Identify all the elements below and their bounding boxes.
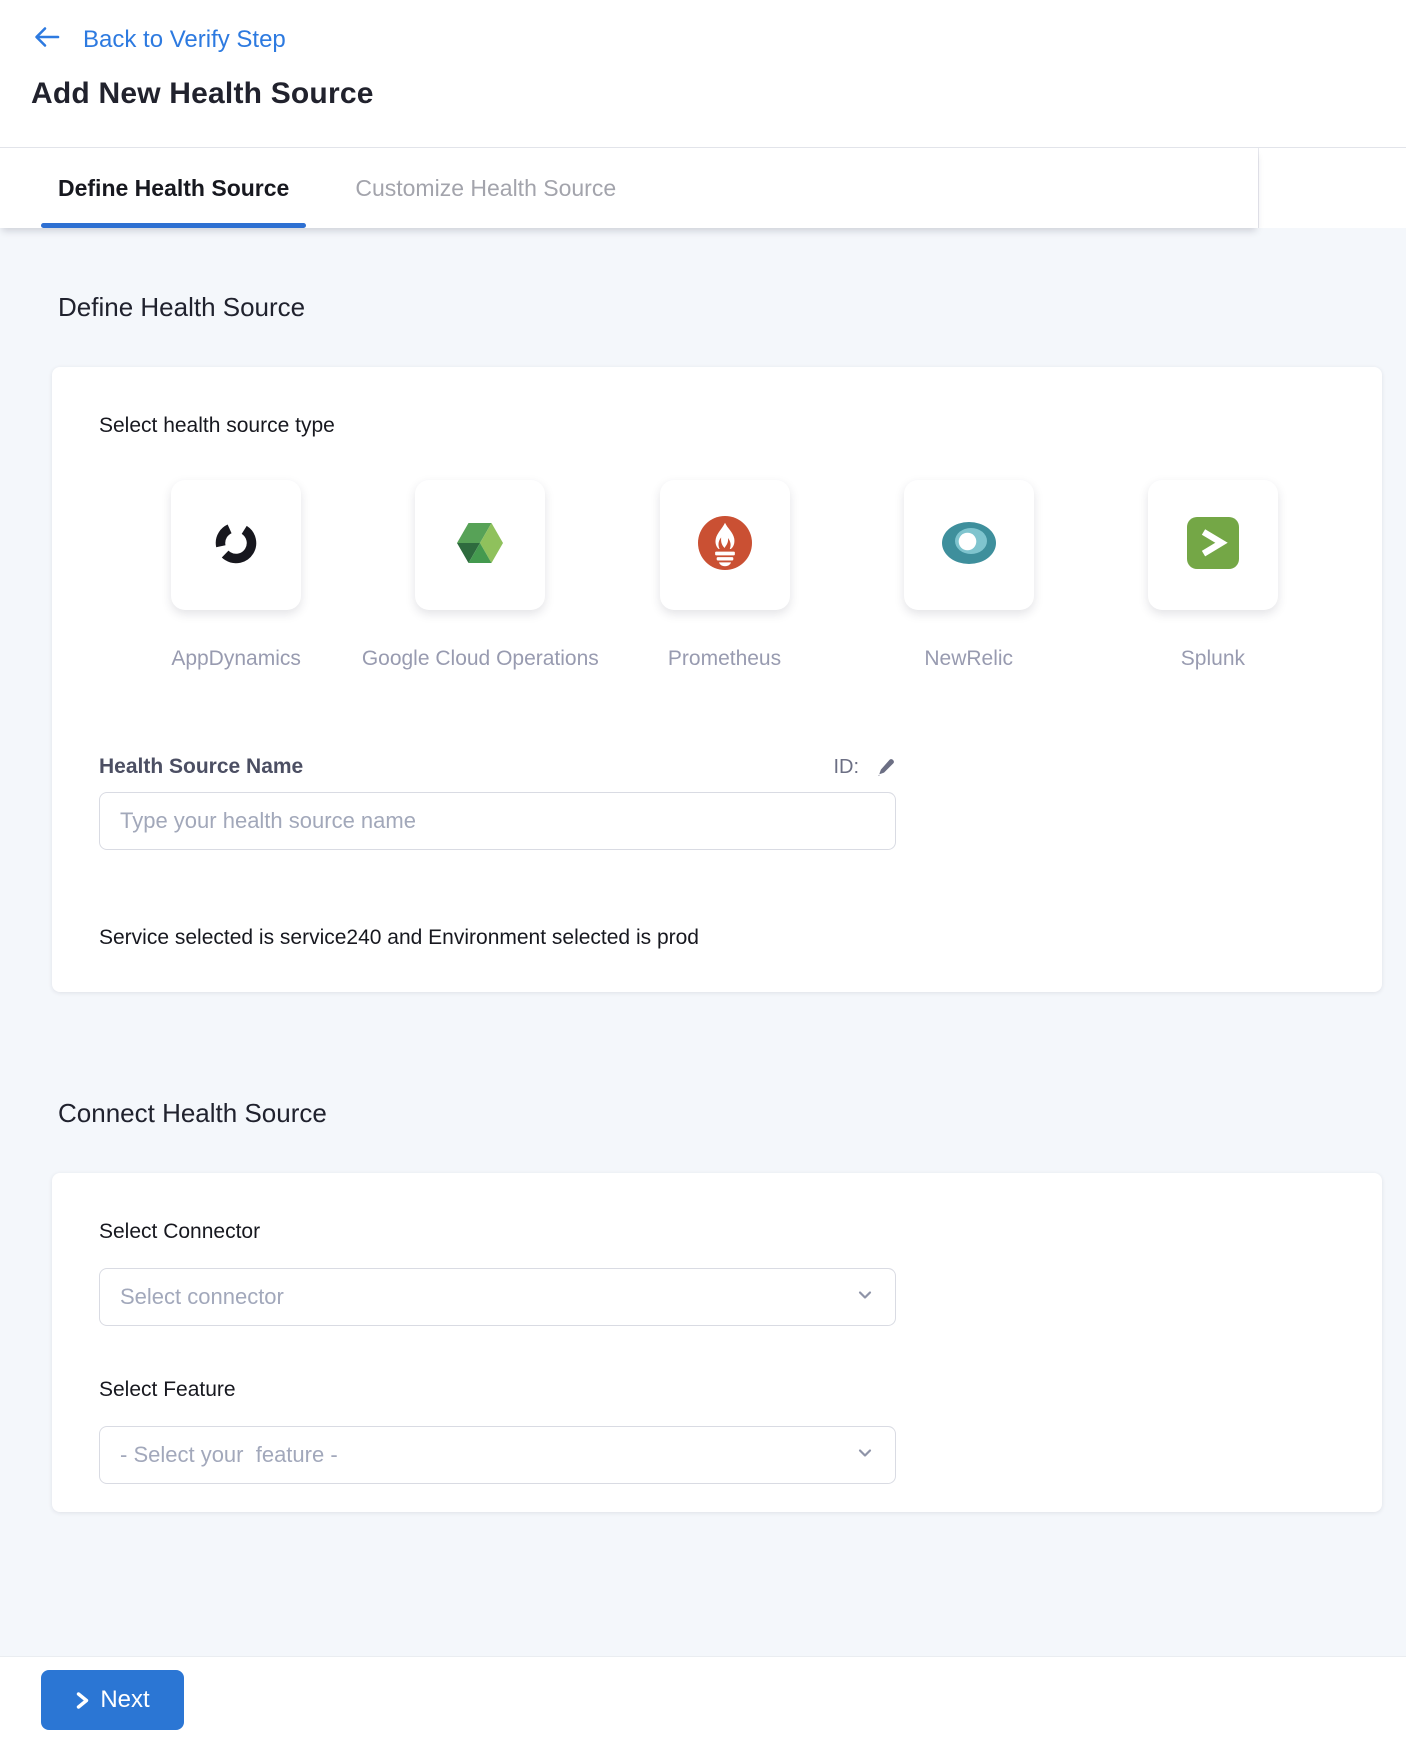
define-health-source-card: Select health source type AppDynamics	[52, 367, 1382, 992]
health-source-name-label: Health Source Name	[99, 755, 303, 779]
tab-customize-label: Customize Health Source	[355, 175, 616, 202]
id-label: ID:	[833, 756, 859, 779]
source-type-label: NewRelic	[924, 647, 1013, 671]
tab-bar-row: Define Health Source Customize Health So…	[0, 147, 1406, 228]
tab-customize-health-source[interactable]: Customize Health Source	[338, 148, 633, 228]
source-type-cell-prometheus: Prometheus	[602, 480, 846, 671]
connector-select-value: Select connector	[120, 1284, 284, 1310]
connect-section-heading: Connect Health Source	[58, 1098, 1406, 1129]
source-type-splunk[interactable]	[1148, 480, 1278, 610]
edit-id-icon[interactable]	[875, 757, 896, 778]
chevron-right-icon	[75, 1691, 90, 1710]
back-link-label: Back to Verify Step	[83, 26, 286, 54]
main-content: Define Health Source Select health sourc…	[0, 228, 1406, 1656]
source-type-cell-splunk: Splunk	[1091, 480, 1335, 671]
next-button[interactable]: Next	[41, 1670, 184, 1730]
source-type-label: Prometheus	[668, 647, 781, 671]
newrelic-icon	[941, 521, 997, 570]
service-environment-text: Service selected is service240 and Envir…	[99, 926, 1335, 950]
page-title: Add New Health Source	[31, 77, 1406, 111]
source-type-label: Google Cloud Operations	[362, 647, 599, 671]
connector-select[interactable]: Select connector	[99, 1268, 896, 1326]
back-arrow-icon	[33, 24, 61, 55]
health-source-name-input[interactable]	[99, 792, 896, 850]
splunk-icon	[1187, 517, 1239, 574]
select-feature-label: Select Feature	[99, 1378, 1335, 1402]
tab-define-label: Define Health Source	[58, 175, 289, 202]
source-type-appdynamics[interactable]	[171, 480, 301, 610]
footer: Next	[0, 1656, 1406, 1744]
add-health-source-page: Back to Verify Step Add New Health Sourc…	[0, 0, 1406, 1744]
source-type-cell-gco: Google Cloud Operations	[358, 480, 602, 671]
source-type-cell-appdynamics: AppDynamics	[114, 480, 358, 671]
source-type-cell-newrelic: NewRelic	[847, 480, 1091, 671]
header-right-spacer	[1258, 148, 1406, 228]
connect-health-source-card: Select Connector Select connector Select…	[52, 1173, 1382, 1512]
source-type-label: AppDynamics	[171, 647, 301, 671]
source-type-prometheus[interactable]	[660, 480, 790, 610]
back-link[interactable]: Back to Verify Step	[33, 24, 286, 55]
health-source-name-row: Health Source Name ID:	[99, 755, 896, 779]
active-tab-underline	[41, 223, 306, 228]
prometheus-icon	[698, 516, 752, 575]
header-top: Back to Verify Step Add New Health Sourc…	[0, 0, 1406, 147]
tab-define-health-source[interactable]: Define Health Source	[41, 148, 306, 228]
google-cloud-operations-icon	[454, 517, 506, 574]
feature-select[interactable]: - Select your feature -	[99, 1426, 896, 1484]
chevron-down-icon	[855, 1443, 875, 1468]
tab-bar: Define Health Source Customize Health So…	[0, 148, 1258, 228]
next-button-label: Next	[100, 1686, 149, 1714]
feature-select-value: - Select your feature -	[120, 1442, 338, 1468]
source-type-google-cloud-operations[interactable]	[415, 480, 545, 610]
define-section-heading: Define Health Source	[58, 292, 1406, 323]
chevron-down-icon	[855, 1285, 875, 1310]
select-connector-label: Select Connector	[99, 1220, 1335, 1244]
source-type-newrelic[interactable]	[904, 480, 1034, 610]
source-type-grid: AppDynamics Google Cloud	[114, 480, 1335, 671]
id-group: ID:	[833, 756, 896, 779]
page-header: Back to Verify Step Add New Health Sourc…	[0, 0, 1406, 228]
source-type-label: Splunk	[1181, 647, 1245, 671]
appdynamics-icon	[213, 520, 259, 571]
select-type-label: Select health source type	[99, 414, 1335, 438]
